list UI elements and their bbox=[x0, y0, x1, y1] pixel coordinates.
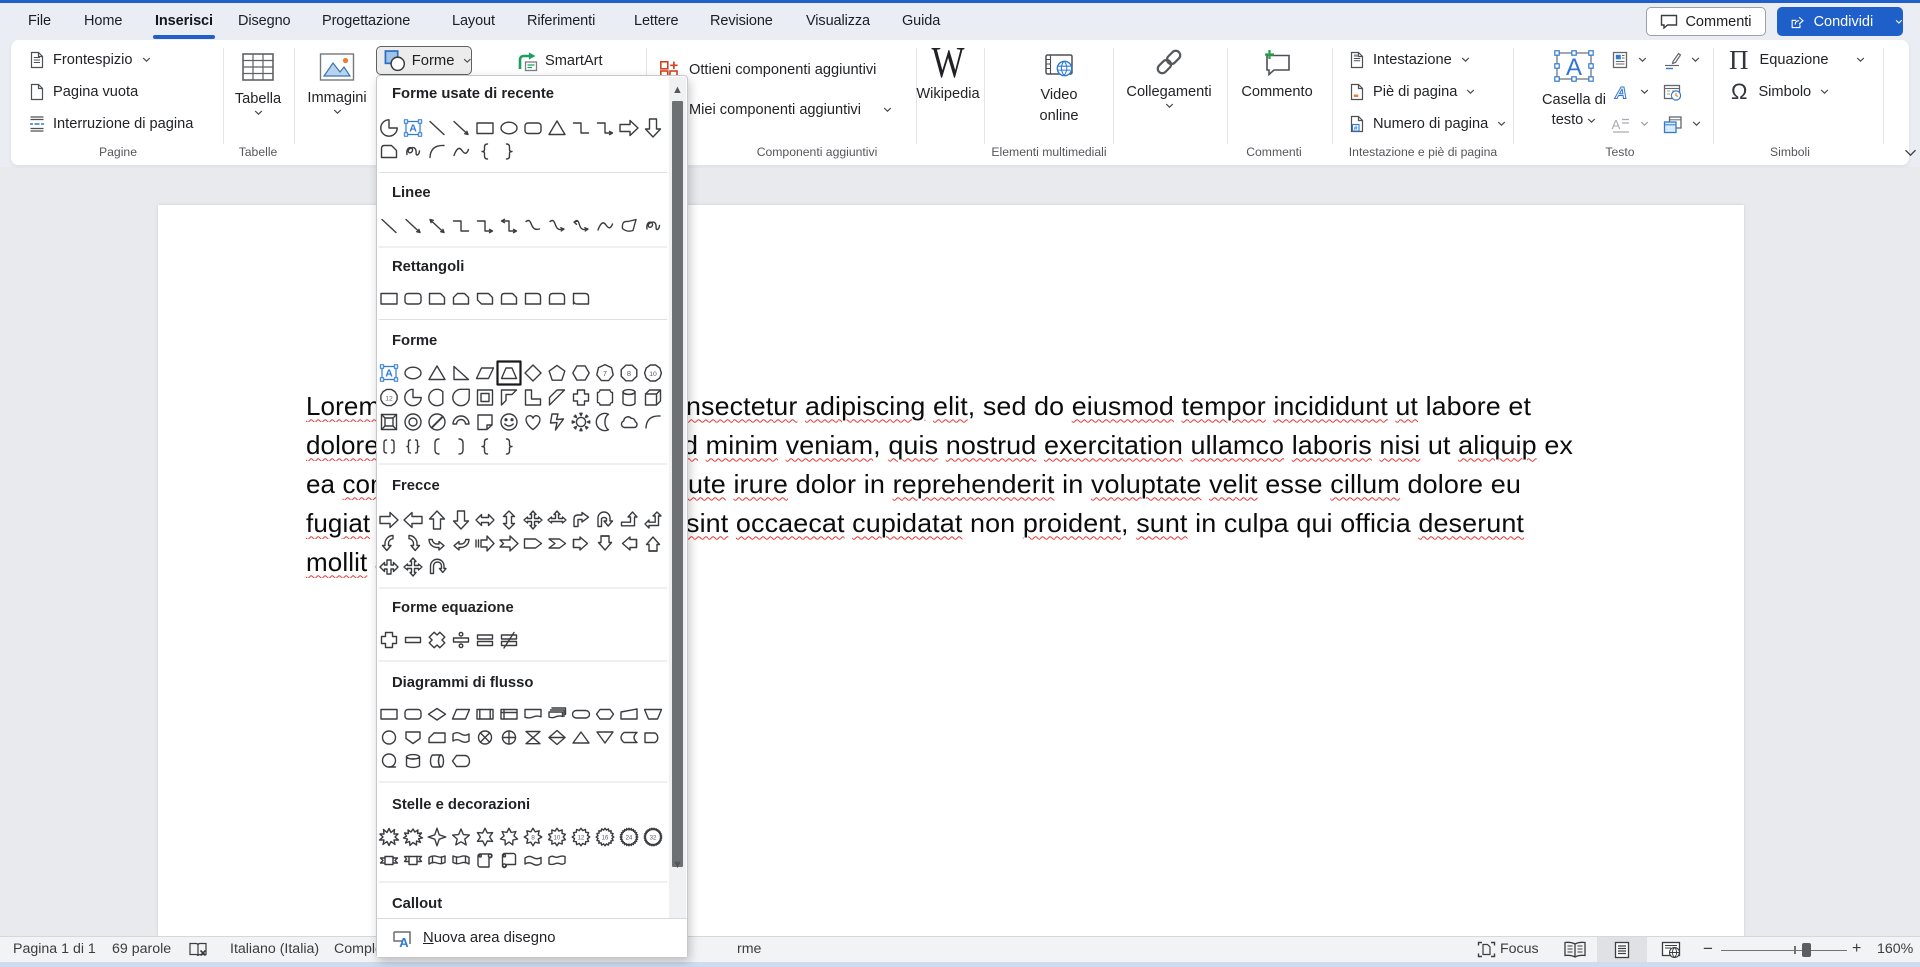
svg-text:#: # bbox=[1354, 125, 1358, 132]
svg-text:32: 32 bbox=[650, 836, 657, 842]
svg-text:A: A bbox=[1614, 84, 1627, 102]
svg-text:7: 7 bbox=[603, 369, 607, 378]
svg-text:A: A bbox=[1612, 117, 1621, 132]
svg-text:10: 10 bbox=[649, 371, 657, 378]
svg-text:8: 8 bbox=[627, 369, 631, 378]
svg-text:24: 24 bbox=[626, 836, 633, 842]
svg-text:A: A bbox=[399, 935, 409, 949]
svg-text:W: W bbox=[932, 47, 965, 79]
svg-text:12: 12 bbox=[385, 396, 393, 403]
svg-text:8: 8 bbox=[531, 835, 535, 842]
svg-text:A: A bbox=[409, 123, 417, 135]
svg-text:16: 16 bbox=[602, 836, 609, 842]
svg-text:12: 12 bbox=[578, 836, 585, 842]
svg-text:A: A bbox=[385, 368, 393, 380]
svg-text:10: 10 bbox=[554, 836, 561, 842]
